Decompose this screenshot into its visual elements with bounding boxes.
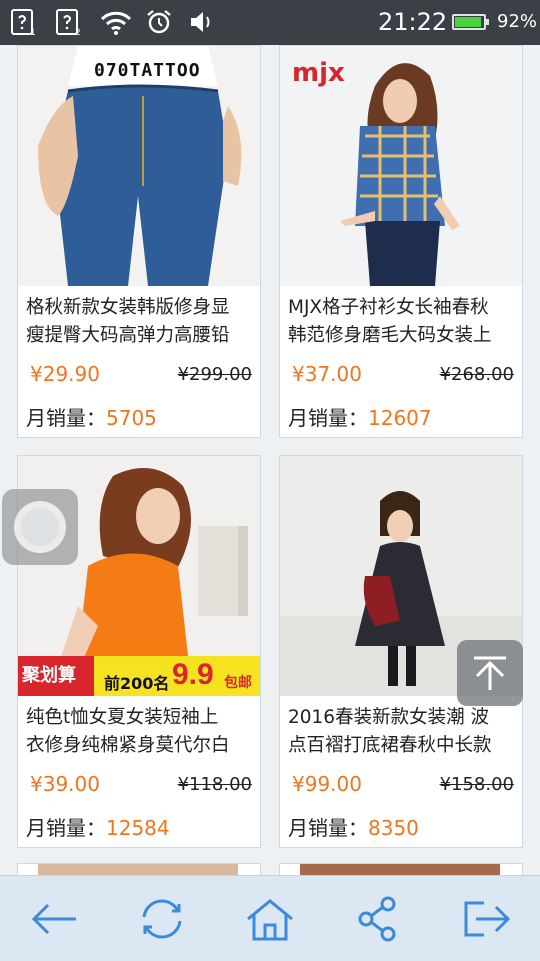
sim1-question-icon: 1 xyxy=(11,9,36,36)
refresh-icon xyxy=(142,899,182,939)
share-button[interactable] xyxy=(348,894,408,944)
promo-banner: 聚划算 前200名 9.9 包邮 xyxy=(18,656,260,696)
battery-percent: 92% xyxy=(497,11,538,32)
original-price: ¥299.00 xyxy=(177,364,252,385)
product-price: ¥29.90 xyxy=(30,362,100,386)
status-bar: 1 2 21:22 92% xyxy=(0,0,540,45)
svg-text:2: 2 xyxy=(75,28,81,36)
product-price: ¥39.00 xyxy=(30,772,100,796)
volume-icon xyxy=(191,12,210,32)
arrow-up-to-top-icon xyxy=(474,656,506,690)
product-card[interactable] xyxy=(17,863,261,875)
monthly-sales: 月销量：12584 xyxy=(26,816,170,840)
banner-free-shipping: 包邮 xyxy=(224,675,252,691)
product-price: ¥99.00 xyxy=(292,772,362,796)
product-image[interactable] xyxy=(38,864,238,875)
refresh-button[interactable] xyxy=(132,894,192,944)
banner-price: 9.9 xyxy=(172,658,214,691)
assistive-touch-icon xyxy=(14,501,66,553)
monthly-sales: 月销量：5705 xyxy=(26,406,157,430)
back-to-top-button[interactable] xyxy=(457,640,523,706)
product-grid[interactable]: 070TATTOO 格秋新款女装韩版修身显 瘦提臀大码高弹力高腰铅 ¥29.90… xyxy=(0,45,540,875)
product-title[interactable]: 纯色t恤女夏女装短袖上 衣修身纯棉紧身莫代尔白 xyxy=(26,704,254,760)
home-icon xyxy=(247,899,293,941)
product-card[interactable]: mjx MJX格子衬衫女长袖春秋 韩范修身磨毛大码女装上 ¥37.00 ¥268… xyxy=(279,45,523,438)
share-icon xyxy=(358,896,396,942)
svg-text:1: 1 xyxy=(30,28,36,36)
product-title[interactable]: 格秋新款女装韩版修身显 瘦提臀大码高弹力高腰铅 xyxy=(26,294,254,350)
original-price: ¥268.00 xyxy=(439,364,514,385)
alarm-icon xyxy=(147,10,171,34)
original-price: ¥158.00 xyxy=(439,774,514,795)
battery-level xyxy=(455,17,481,27)
home-button[interactable] xyxy=(240,894,300,944)
wifi-icon xyxy=(100,11,132,35)
product-card[interactable]: 070TATTOO 格秋新款女装韩版修身显 瘦提臀大码高弹力高腰铅 ¥29.90… xyxy=(17,45,261,438)
original-price: ¥118.00 xyxy=(177,774,252,795)
battery-icon xyxy=(452,14,489,30)
monthly-sales: 月销量：12607 xyxy=(288,406,432,430)
product-title[interactable]: MJX格子衬衫女长袖春秋 韩范修身磨毛大码女装上 xyxy=(288,294,516,350)
product-image[interactable] xyxy=(300,864,500,875)
banner-juhuasuan: 聚划算 xyxy=(22,665,76,686)
exit-button[interactable] xyxy=(456,894,516,944)
exit-icon xyxy=(464,901,511,937)
product-card[interactable] xyxy=(279,863,523,875)
product-image[interactable]: 070TATTOO xyxy=(18,46,260,286)
brand-logo: mjx xyxy=(292,58,345,88)
logo-text: 070TATTOO xyxy=(94,60,201,81)
bottom-navigation xyxy=(0,875,540,961)
assistive-touch-button[interactable] xyxy=(2,489,78,565)
product-title[interactable]: 2016春装新款女装潮 波 点百褶打底裙春秋中长款 xyxy=(288,704,516,760)
back-button[interactable] xyxy=(24,894,84,944)
sim2-question-icon: 2 xyxy=(56,9,81,36)
product-price: ¥37.00 xyxy=(292,362,362,386)
back-arrow-icon xyxy=(31,903,76,935)
product-image[interactable]: mjx xyxy=(280,46,522,286)
monthly-sales: 月销量：8350 xyxy=(288,816,419,840)
banner-top: 前200名 xyxy=(104,674,170,693)
status-time: 21:22 xyxy=(378,8,448,36)
